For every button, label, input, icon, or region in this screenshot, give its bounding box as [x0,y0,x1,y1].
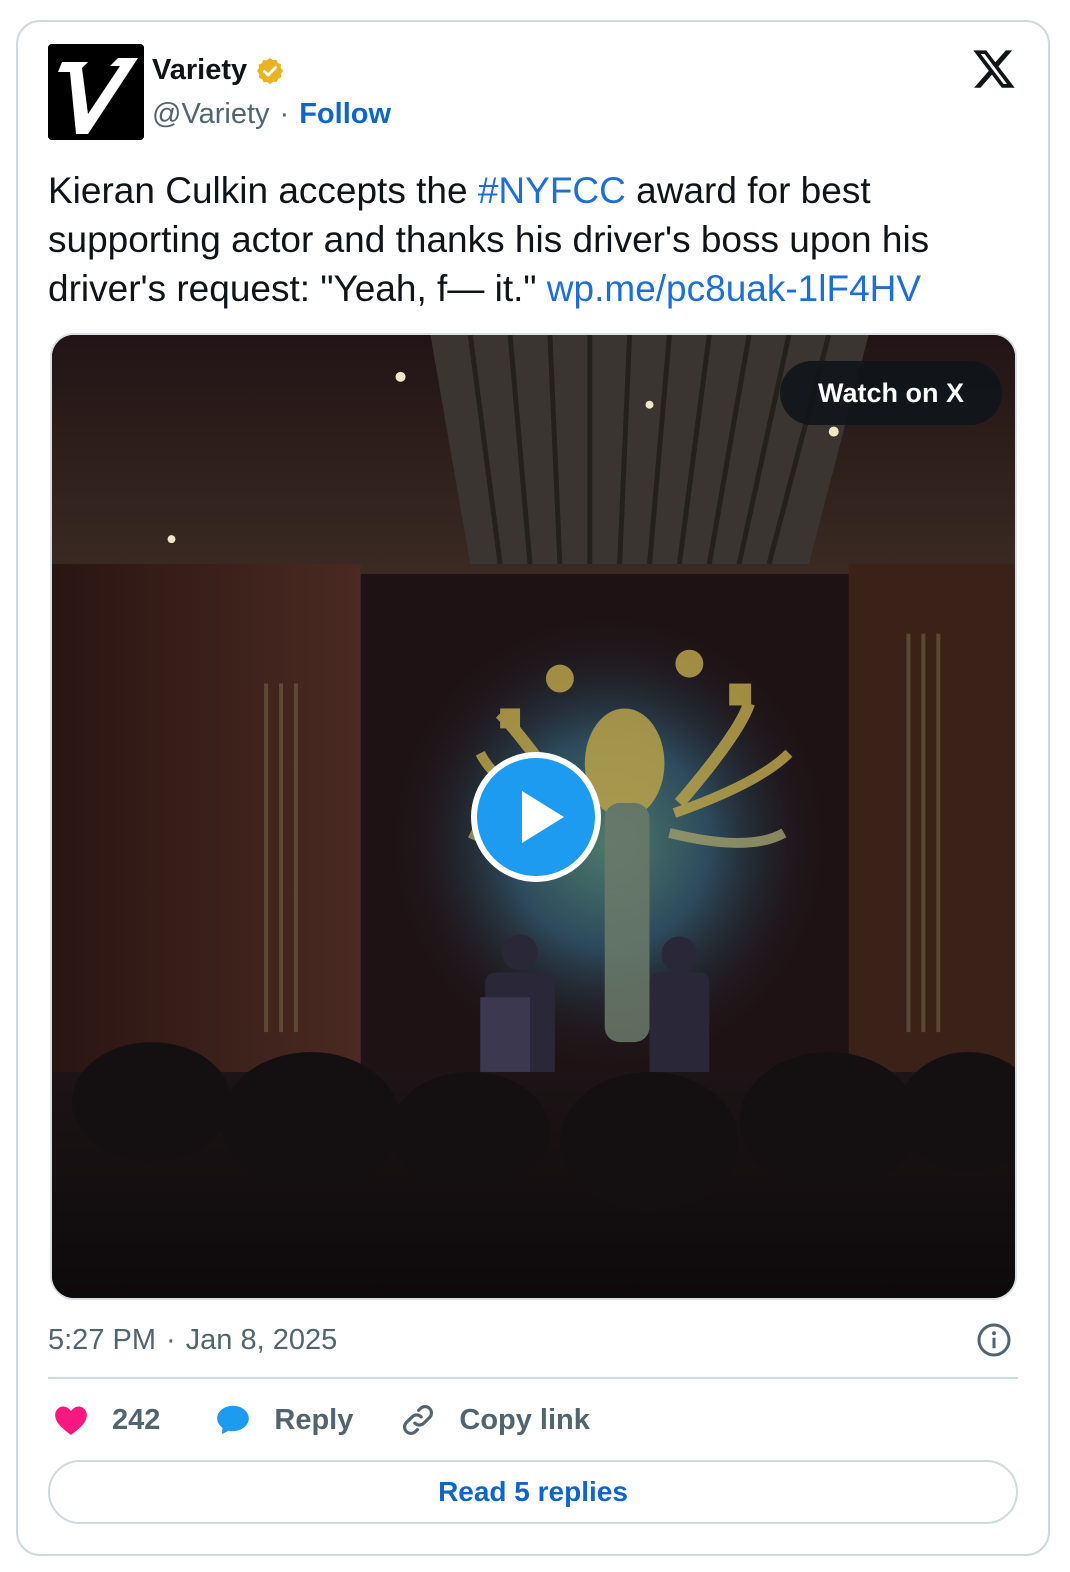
tweet-text-part1: Kieran Culkin accepts the [48,170,478,211]
info-icon[interactable] [976,1322,1012,1358]
hashtag-link[interactable]: #NYFCC [478,170,626,211]
tweet-date[interactable]: Jan 8, 2025 [186,1324,338,1357]
follow-button[interactable]: Follow [299,98,391,131]
watch-on-x-button[interactable]: Watch on X [780,361,1002,425]
copy-link-label: Copy link [459,1403,590,1436]
heart-icon [55,1406,87,1436]
variety-logo-icon [48,44,144,140]
tweet-time[interactable]: 5:27 PM [48,1324,156,1357]
read-replies-button[interactable]: Read 5 replies [48,1460,1018,1524]
tweet-meta: 5:27 PM · Jan 8, 2025 [48,1320,1018,1360]
play-icon[interactable] [470,751,602,883]
article-link[interactable]: wp.me/pc8uak-1lF4HV [547,268,921,309]
verified-badge-icon [257,57,284,84]
link-icon [403,1405,434,1435]
reply-button[interactable]: Reply [214,1401,353,1439]
reply-label: Reply [274,1403,354,1436]
meta-separator: · [166,1323,176,1356]
reply-bubble-icon [217,1405,250,1435]
account-name[interactable]: Variety [152,54,247,87]
like-button[interactable]: 242 [52,1401,160,1439]
variety-avatar[interactable] [48,44,144,140]
divider [48,1377,1018,1379]
x-logo-icon[interactable] [970,46,1018,92]
handle-separator: · [279,98,290,130]
action-bar: 242 Reply Copy link [52,1398,590,1442]
account-handle[interactable]: @Variety [152,98,270,131]
tweet-text: Kieran Culkin accepts the #NYFCC award f… [48,166,1008,313]
video-media[interactable]: Watch on X [50,333,1017,1300]
copy-link-button[interactable]: Copy link [399,1401,590,1439]
like-count: 242 [112,1403,161,1436]
